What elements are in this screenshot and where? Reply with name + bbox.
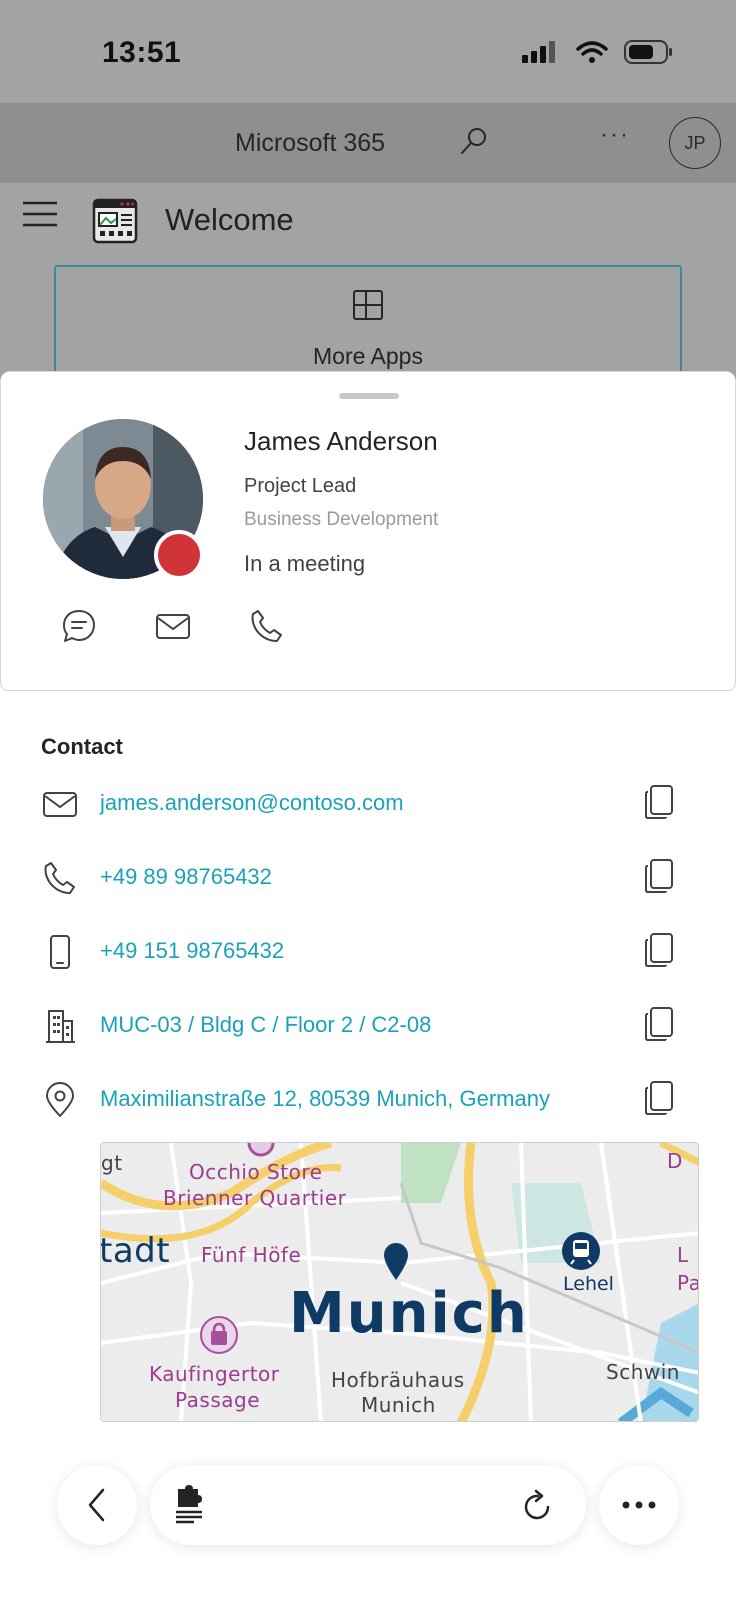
map-label-lehel: Lehel	[563, 1273, 614, 1295]
mail-icon[interactable]	[155, 608, 191, 644]
cellular-signal-icon	[522, 41, 555, 63]
sheet-grabber-handle[interactable]	[339, 393, 399, 399]
shopping-bag-icon	[200, 1316, 238, 1354]
map-location-pin-icon	[384, 1243, 408, 1280]
status-bar: 13:51	[0, 0, 736, 103]
copy-icon[interactable]	[644, 858, 674, 894]
map-label-occhio-store: Occhio Store	[189, 1160, 323, 1184]
office-location-link[interactable]: MUC-03 / Bldg C / Floor 2 / C2-08	[100, 1012, 431, 1038]
contact-row-email[interactable]: james.anderson@contoso.com	[0, 780, 736, 830]
copy-icon[interactable]	[644, 932, 674, 968]
phone-call-icon[interactable]	[249, 608, 285, 644]
app-title: Microsoft 365	[235, 129, 386, 157]
map-label-kaufingertor: Kaufingertor	[149, 1362, 280, 1386]
map-city-label: Munich	[289, 1281, 529, 1346]
background-app: 13:51 Microsoft 365 ··· JP Welcome More …	[0, 0, 736, 395]
transit-station-icon	[562, 1232, 600, 1270]
email-link[interactable]: james.anderson@contoso.com	[100, 790, 404, 816]
presence-busy-indicator	[154, 530, 204, 580]
status-time: 13:51	[102, 36, 182, 69]
contact-row-work-phone[interactable]: +49 89 98765432	[0, 854, 736, 904]
more-apps-label: More Apps	[313, 343, 423, 369]
person-status: In a meeting	[244, 551, 366, 576]
reader-extension-icon[interactable]	[174, 1485, 206, 1525]
map-label-passage: Passage	[175, 1388, 261, 1412]
address-link[interactable]: Maximilianstraße 12, 80539 Munich, Germa…	[100, 1086, 550, 1112]
more-menu-button[interactable]	[599, 1465, 679, 1545]
person-department: Business Development	[244, 509, 439, 530]
contact-heading: Contact	[41, 734, 123, 759]
app-header: Microsoft 365 ··· JP	[0, 103, 736, 183]
map-label-stadt: tadt	[100, 1231, 171, 1271]
location-map[interactable]: gt Occhio Store Brienner Quartier Fünf H…	[100, 1142, 699, 1422]
copy-icon[interactable]	[644, 1080, 674, 1116]
profile-card-sheet: James Anderson Project Lead Business Dev…	[0, 371, 736, 691]
map-label-hofbraeuhaus: Hofbräuhaus	[331, 1368, 465, 1392]
more-horizontal-icon	[622, 1501, 656, 1509]
browser-toolbar-pill	[150, 1465, 586, 1545]
avatar-initials: JP	[684, 132, 706, 153]
person-name: James Anderson	[244, 426, 438, 456]
person-role: Project Lead	[244, 475, 357, 497]
status-icons	[522, 40, 674, 64]
site-app-icon	[92, 198, 138, 244]
copy-icon[interactable]	[644, 784, 674, 820]
mail-icon	[43, 792, 77, 817]
back-button[interactable]	[57, 1465, 137, 1545]
wifi-icon	[576, 41, 608, 63]
map-label-l: L	[677, 1243, 689, 1267]
map-label-brienner-quartier: Brienner Quartier	[163, 1186, 347, 1210]
mobile-phone-icon	[50, 935, 70, 969]
map-label-pa: Pa	[677, 1271, 699, 1295]
contact-row-mobile-phone[interactable]: +49 151 98765432	[0, 928, 736, 978]
chevron-left-icon	[88, 1488, 105, 1522]
copy-icon[interactable]	[644, 1006, 674, 1042]
contact-row-office[interactable]: MUC-03 / Bldg C / Floor 2 / C2-08	[0, 1002, 736, 1052]
building-icon	[46, 1010, 75, 1043]
map-label-gt: gt	[101, 1151, 123, 1175]
apps-grid-icon	[353, 290, 383, 320]
hamburger-menu-icon[interactable]	[22, 200, 58, 228]
search-icon[interactable]	[458, 125, 490, 157]
map-label-hofbraeuhaus-munich: Munich	[361, 1393, 436, 1417]
map-label-d: D	[667, 1149, 683, 1173]
refresh-icon[interactable]	[522, 1489, 554, 1523]
page-title: Welcome	[165, 202, 294, 237]
work-phone-link[interactable]: +49 89 98765432	[100, 864, 272, 890]
more-options-button[interactable]: ···	[600, 121, 630, 149]
mobile-phone-link[interactable]: +49 151 98765432	[100, 938, 284, 964]
phone-icon	[44, 862, 75, 894]
location-pin-icon	[46, 1082, 74, 1117]
battery-icon	[624, 40, 672, 64]
map-label-fuenf-hoefe: Fünf Höfe	[201, 1243, 302, 1267]
contact-row-address[interactable]: Maximilianstraße 12, 80539 Munich, Germa…	[0, 1076, 736, 1126]
user-avatar-button[interactable]: JP	[669, 117, 721, 169]
map-label-schwin: Schwin	[606, 1360, 680, 1384]
chat-icon[interactable]	[61, 608, 97, 644]
